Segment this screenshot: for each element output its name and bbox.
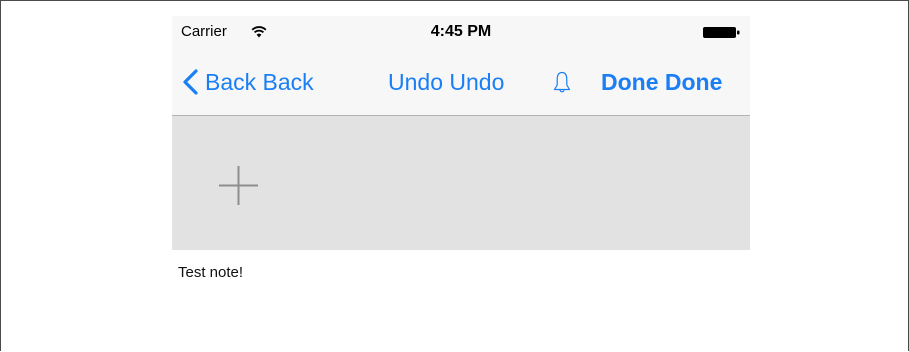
navigation-bar: Back Back Undo Undo Done Done	[172, 50, 750, 115]
note-text: Test note!	[178, 264, 244, 281]
undo-button[interactable]: Undo Undo	[388, 69, 504, 95]
phone-screen: Carrier 4:45 PM Back Back Undo Undo Done…	[172, 16, 750, 250]
battery-icon	[703, 27, 740, 38]
drawing-canvas[interactable]	[172, 116, 750, 250]
back-button[interactable]: Back Back	[181, 69, 314, 95]
chevron-left-icon	[183, 69, 198, 95]
back-button-label: Back Back	[205, 69, 314, 95]
top-bar: Carrier 4:45 PM Back Back Undo Undo Done…	[172, 16, 750, 116]
plus-icon[interactable]	[219, 166, 258, 205]
done-button[interactable]: Done Done	[601, 69, 722, 95]
status-time: 4:45 PM	[430, 23, 492, 40]
status-bar: Carrier 4:45 PM	[172, 16, 750, 50]
bell-icon[interactable]	[553, 71, 571, 93]
